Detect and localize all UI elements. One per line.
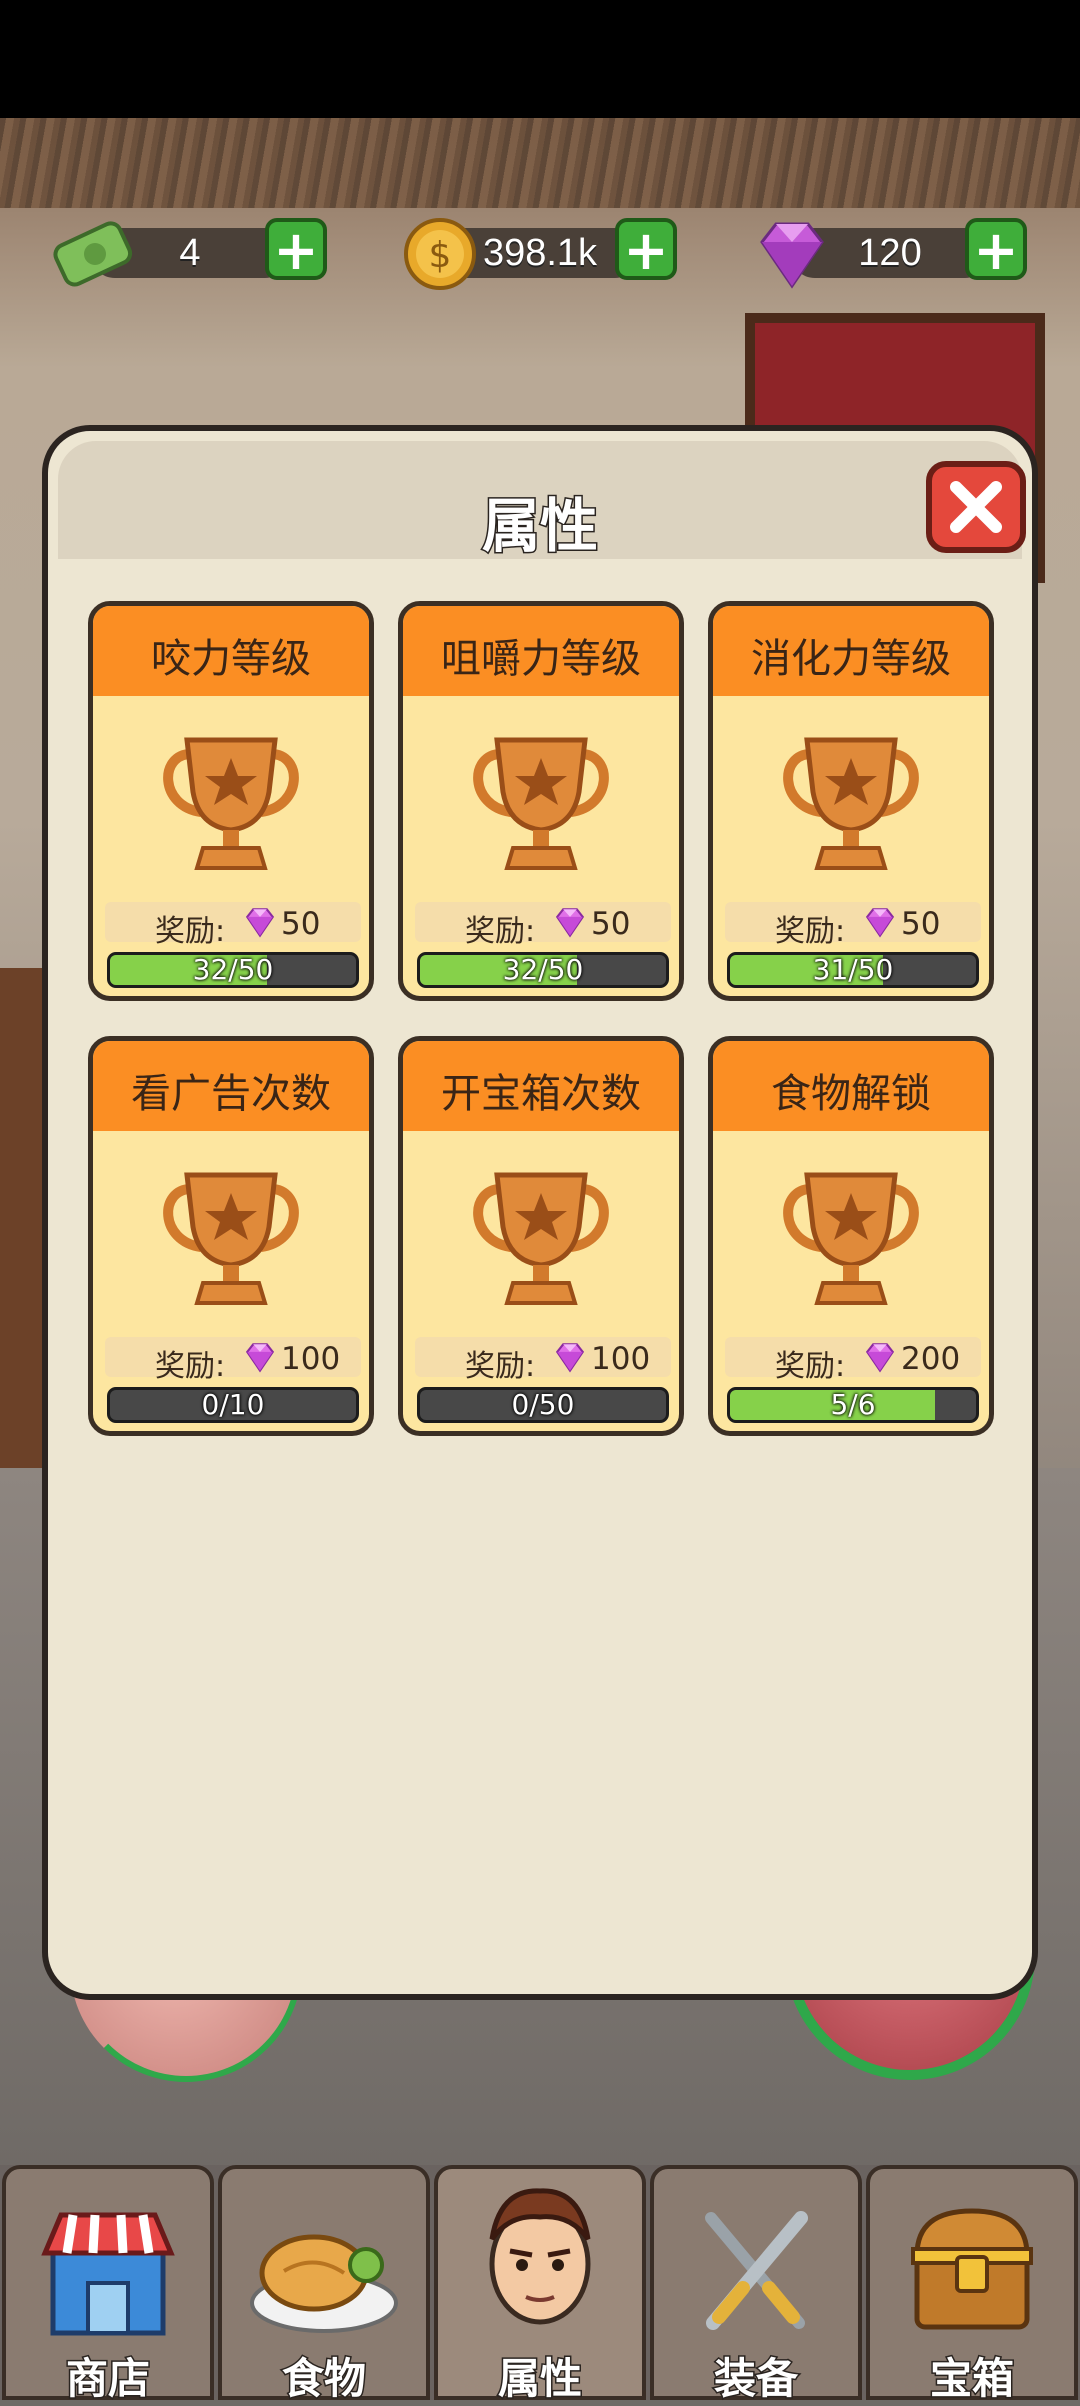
achievement-card[interactable]: 消化力等级 奖励: 50 31/50 <box>708 601 994 1001</box>
close-icon <box>950 481 1002 533</box>
bottom-navigation: 商店 食物 属性 装备 宝箱 <box>0 2165 1080 2405</box>
progress-bar: 31/50 <box>727 952 979 988</box>
reward-row: 奖励: 50 <box>725 902 981 949</box>
reward-value: 50 <box>901 906 941 942</box>
reward-label: 奖励: <box>155 1349 226 1384</box>
reward-label: 奖励: <box>155 914 226 949</box>
card-title: 咀嚼力等级 <box>441 636 641 682</box>
card-header: 食物解锁 <box>713 1041 989 1131</box>
background-shelf <box>0 968 45 1488</box>
card-header: 咬力等级 <box>93 606 369 696</box>
cash-icon <box>53 221 133 287</box>
chest-icon <box>911 2208 1033 2330</box>
dialog-header: 属性 <box>58 441 1026 562</box>
progress-bar: 0/10 <box>107 1387 359 1423</box>
cash-resource: 4 + <box>50 218 330 288</box>
trophy-icon <box>463 1169 619 1313</box>
card-title: 开宝箱次数 <box>441 1071 641 1117</box>
reward-row: 奖励: 200 <box>725 1337 981 1384</box>
tab-equipment[interactable]: 装备 <box>650 2165 862 2405</box>
tab-shop-label: 商店 <box>64 2353 151 2405</box>
reward-row: 奖励: 100 <box>415 1337 671 1384</box>
reward-label: 奖励: <box>775 914 846 949</box>
card-title: 消化力等级 <box>751 636 951 682</box>
tab-chest-label: 宝箱 <box>928 2353 1015 2405</box>
reward-value: 100 <box>281 1341 341 1377</box>
reward-label: 奖励: <box>775 1349 846 1384</box>
card-title: 咬力等级 <box>151 636 311 682</box>
achievement-card[interactable]: 咀嚼力等级 奖励: 50 32/50 <box>398 601 684 1001</box>
coin-resource: $ 398.1k + <box>400 218 680 290</box>
progress-bar: 32/50 <box>417 952 669 988</box>
reward-row: 奖励: 50 <box>105 902 361 949</box>
gem-icon <box>551 1340 589 1378</box>
gem-icon <box>241 1340 279 1378</box>
reward-value: 200 <box>901 1341 961 1377</box>
achievement-card[interactable]: 看广告次数 奖励: 100 0/10 <box>88 1036 374 1436</box>
progress-bar: 32/50 <box>107 952 359 988</box>
progress-text: 5/6 <box>830 1388 876 1421</box>
food-icon <box>250 2234 398 2333</box>
card-header: 消化力等级 <box>713 606 989 696</box>
progress-text: 32/50 <box>192 953 274 986</box>
tab-attributes-label: 属性 <box>496 2353 583 2405</box>
cash-value: 4 <box>179 232 201 274</box>
gem-icon <box>861 905 899 943</box>
card-title: 食物解锁 <box>771 1071 931 1117</box>
gem-icon <box>760 222 824 289</box>
tab-attributes[interactable]: 属性 <box>434 2165 646 2405</box>
add-cash-button[interactable]: + <box>265 218 327 280</box>
tab-chest[interactable]: 宝箱 <box>866 2165 1078 2405</box>
gem-value: 120 <box>858 232 922 274</box>
equipment-icon <box>705 2211 808 2330</box>
trophy-icon <box>463 734 619 878</box>
progress-text: 31/50 <box>812 953 894 986</box>
progress-text: 0/50 <box>511 1388 575 1421</box>
gem-icon <box>861 1340 899 1378</box>
reward-label: 奖励: <box>465 1349 536 1384</box>
gem-icon <box>551 905 589 943</box>
trophy-icon <box>773 1169 929 1313</box>
attributes-dialog: 属性 咬力等级 奖励: 50 32/50 咀嚼力等级 奖励: 50 32/50 … <box>42 425 1038 2000</box>
tab-food-label: 食物 <box>280 2353 367 2405</box>
trophy-icon <box>153 734 309 878</box>
progress-bar: 5/6 <box>727 1387 979 1423</box>
character-icon <box>489 2188 591 2325</box>
reward-value: 50 <box>591 906 631 942</box>
reward-label: 奖励: <box>465 914 536 949</box>
card-header: 开宝箱次数 <box>403 1041 679 1131</box>
achievement-card[interactable]: 开宝箱次数 奖励: 100 0/50 <box>398 1036 684 1436</box>
tab-equipment-label: 装备 <box>712 2353 799 2405</box>
coin-icon: $ <box>404 218 476 290</box>
svg-text:$: $ <box>429 235 452 276</box>
achievement-card[interactable]: 食物解锁 奖励: 200 5/6 <box>708 1036 994 1436</box>
add-coin-button[interactable]: + <box>615 218 677 280</box>
coin-value: 398.1k <box>482 232 598 274</box>
progress-text: 32/50 <box>502 953 584 986</box>
reward-value: 50 <box>281 906 321 942</box>
card-header: 咀嚼力等级 <box>403 606 679 696</box>
gem-icon <box>241 905 279 943</box>
reward-row: 奖励: 100 <box>105 1337 361 1384</box>
trophy-icon <box>773 734 929 878</box>
status-bar <box>0 0 1080 118</box>
shop-icon <box>41 2212 175 2336</box>
add-gem-button[interactable]: + <box>965 218 1027 280</box>
tab-food[interactable]: 食物 <box>218 2165 430 2405</box>
close-button[interactable] <box>926 461 1026 553</box>
progress-bar: 0/50 <box>417 1387 669 1423</box>
progress-text: 0/10 <box>201 1388 265 1421</box>
trophy-icon <box>153 1169 309 1313</box>
achievement-card[interactable]: 咬力等级 奖励: 50 32/50 <box>88 601 374 1001</box>
thatch-roof <box>0 118 1080 208</box>
tab-shop[interactable]: 商店 <box>2 2165 214 2405</box>
card-header: 看广告次数 <box>93 1041 369 1131</box>
dialog-title: 属性 <box>480 491 599 562</box>
reward-value: 100 <box>591 1341 651 1377</box>
card-title: 看广告次数 <box>131 1071 331 1117</box>
gem-resource: 120 + <box>750 218 1030 289</box>
reward-row: 奖励: 50 <box>415 902 671 949</box>
